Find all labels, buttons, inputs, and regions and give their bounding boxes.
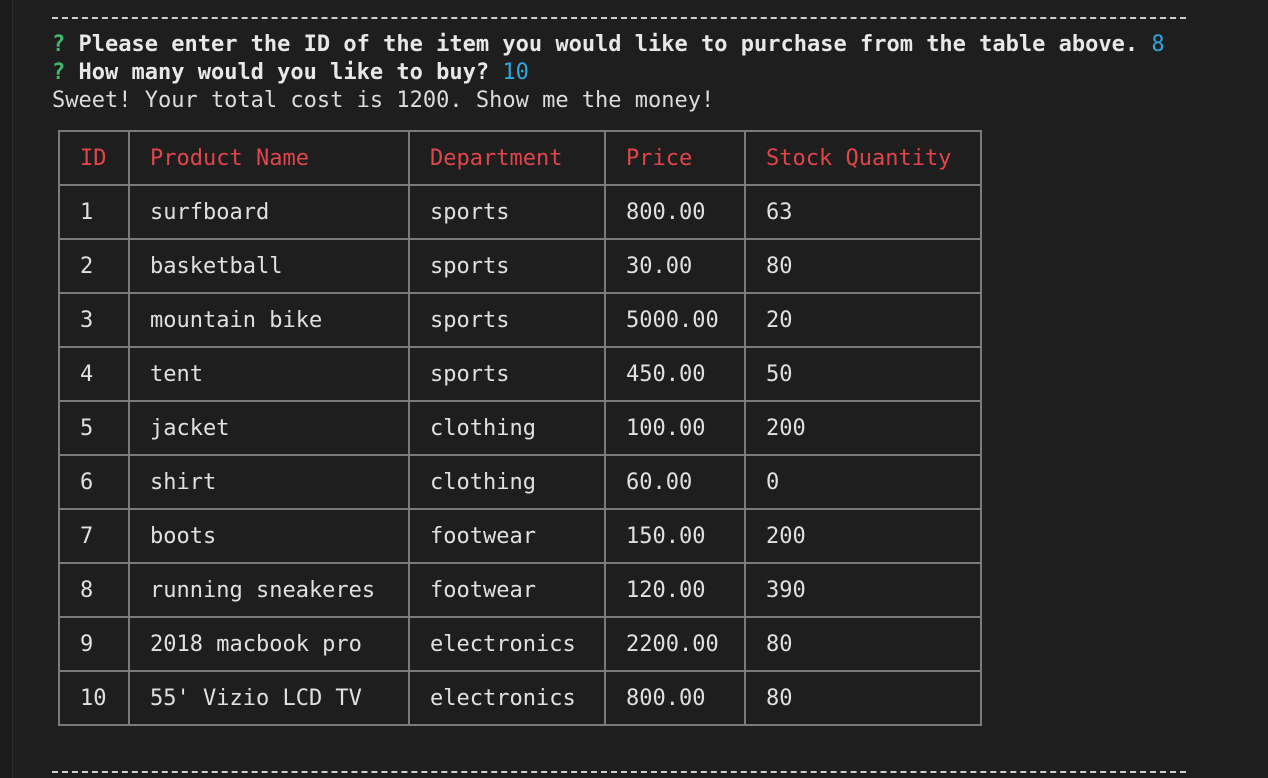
table-row: 3 mountain bike sports 5000.00 20 <box>58 292 982 348</box>
result-message: Sweet! Your total cost is 1200. Show me … <box>52 88 715 113</box>
product-table: ID Product Name Department Price Stock Q… <box>58 130 982 726</box>
cell-product-name: shirt <box>128 454 410 510</box>
cell-stock-quantity: 80 <box>744 238 982 294</box>
cell-product-name: surfboard <box>128 184 410 240</box>
header-product-name: Product Name <box>128 130 410 186</box>
cell-department: footwear <box>408 508 606 564</box>
prompt-question-marker: ? <box>52 60 66 85</box>
cell-stock-quantity: 50 <box>744 346 982 402</box>
terminal-gutter <box>0 0 13 778</box>
cell-product-name: basketball <box>128 238 410 294</box>
cell-department: sports <box>408 184 606 240</box>
cell-department: clothing <box>408 454 606 510</box>
prompt-question-marker: ? <box>52 32 66 57</box>
table-header-row: ID Product Name Department Price Stock Q… <box>58 130 982 186</box>
cell-id: 9 <box>58 616 130 672</box>
cell-stock-quantity: 80 <box>744 616 982 672</box>
cell-stock-quantity: 200 <box>744 400 982 456</box>
cell-stock-quantity: 63 <box>744 184 982 240</box>
cell-price: 30.00 <box>604 238 746 294</box>
cell-product-name: 2018 macbook pro <box>128 616 410 672</box>
cell-product-name: 55' Vizio LCD TV <box>128 670 410 726</box>
cell-price: 100.00 <box>604 400 746 456</box>
table-row: 10 55' Vizio LCD TV electronics 800.00 8… <box>58 670 982 726</box>
cell-price: 5000.00 <box>604 292 746 348</box>
table-row: 4 tent sports 450.00 50 <box>58 346 982 402</box>
prompt-quantity-text: How many would you like to buy? <box>78 60 490 85</box>
prompt-line-item-id: ? Please enter the ID of the item you wo… <box>52 31 1165 59</box>
header-department: Department <box>408 130 606 186</box>
cell-id: 6 <box>58 454 130 510</box>
cell-department: sports <box>408 292 606 348</box>
table-row: 6 shirt clothing 60.00 0 <box>58 454 982 510</box>
product-table-container: ID Product Name Department Price Stock Q… <box>58 130 982 726</box>
cell-id: 4 <box>58 346 130 402</box>
cell-product-name: tent <box>128 346 410 402</box>
cell-stock-quantity: 390 <box>744 562 982 618</box>
cell-price: 150.00 <box>604 508 746 564</box>
prompt-quantity-answer[interactable]: 10 <box>502 60 529 85</box>
cell-price: 2200.00 <box>604 616 746 672</box>
cell-department: footwear <box>408 562 606 618</box>
cell-price: 450.00 <box>604 346 746 402</box>
cell-price: 60.00 <box>604 454 746 510</box>
separator-line-bottom <box>52 771 1186 773</box>
table-row: 1 surfboard sports 800.00 63 <box>58 184 982 240</box>
cell-id: 2 <box>58 238 130 294</box>
cell-product-name: mountain bike <box>128 292 410 348</box>
header-stock-quantity: Stock Quantity <box>744 130 982 186</box>
table-row: 8 running sneakeres footwear 120.00 390 <box>58 562 982 618</box>
cell-department: clothing <box>408 400 606 456</box>
prompt-item-id-text: Please enter the ID of the item you woul… <box>78 32 1139 57</box>
table-row: 5 jacket clothing 100.00 200 <box>58 400 982 456</box>
cell-stock-quantity: 20 <box>744 292 982 348</box>
cell-department: electronics <box>408 670 606 726</box>
prompt-line-quantity: ? How many would you like to buy? 10 <box>52 59 529 87</box>
table-row: 9 2018 macbook pro electronics 2200.00 8… <box>58 616 982 672</box>
cell-id: 5 <box>58 400 130 456</box>
cell-id: 1 <box>58 184 130 240</box>
header-price: Price <box>604 130 746 186</box>
cell-product-name: jacket <box>128 400 410 456</box>
cell-id: 7 <box>58 508 130 564</box>
cell-stock-quantity: 200 <box>744 508 982 564</box>
prompt-item-id-answer[interactable]: 8 <box>1151 32 1164 57</box>
cell-price: 800.00 <box>604 670 746 726</box>
cell-id: 10 <box>58 670 130 726</box>
table-row: 2 basketball sports 30.00 80 <box>58 238 982 294</box>
cell-price: 120.00 <box>604 562 746 618</box>
cell-product-name: boots <box>128 508 410 564</box>
cell-department: electronics <box>408 616 606 672</box>
separator-line-top <box>52 17 1186 19</box>
cell-id: 8 <box>58 562 130 618</box>
table-row: 7 boots footwear 150.00 200 <box>58 508 982 564</box>
header-id: ID <box>58 130 130 186</box>
cell-department: sports <box>408 346 606 402</box>
cell-department: sports <box>408 238 606 294</box>
cell-id: 3 <box>58 292 130 348</box>
cell-stock-quantity: 0 <box>744 454 982 510</box>
cell-product-name: running sneakeres <box>128 562 410 618</box>
cell-stock-quantity: 80 <box>744 670 982 726</box>
cell-price: 800.00 <box>604 184 746 240</box>
